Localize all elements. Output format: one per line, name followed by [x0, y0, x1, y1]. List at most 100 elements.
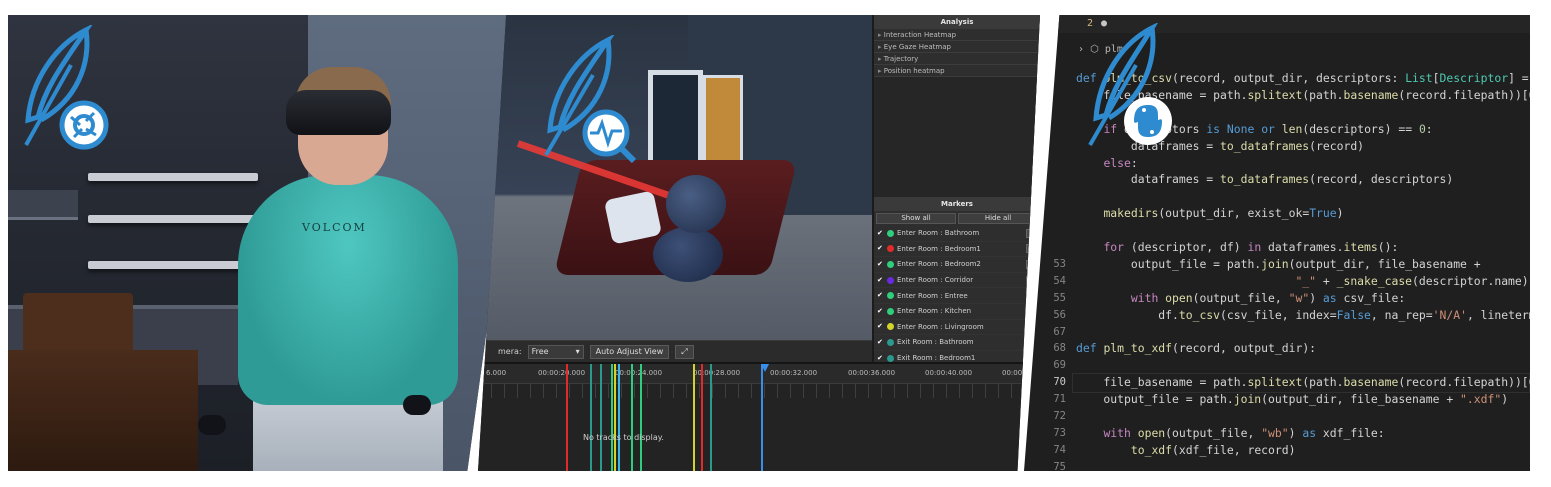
kitchen-shelf	[88, 215, 258, 223]
kitchen-shelf	[88, 261, 258, 269]
marker-row[interactable]: ✔ Enter Room : Livingroom <	[874, 320, 1040, 336]
marker-label: Enter Room : Livingroom	[897, 322, 984, 331]
timeline-ruler[interactable]: 6.000 00:00:20.000 00:00:24.000 00:00:28.00…	[478, 364, 1040, 384]
timeline-marker-line	[566, 364, 568, 471]
kitchen-shelf	[88, 173, 258, 181]
marker-row[interactable]: ✔ Enter Room : Bedroom2 <	[874, 257, 1040, 273]
hide-all-button[interactable]: Hide all	[958, 213, 1038, 224]
foldout-trajectory[interactable]: Trajectory	[874, 53, 1040, 65]
marker-color-dot	[887, 338, 894, 346]
marker-color-dot	[887, 229, 894, 237]
foldout-interaction-heatmap[interactable]: Interaction Heatmap	[874, 29, 1040, 41]
timeline-marker-line	[618, 364, 620, 471]
marker-color-dot	[887, 323, 894, 331]
marker-jump-button[interactable]: <	[1026, 228, 1036, 238]
marker-color-dot	[887, 354, 894, 362]
checkbox-icon[interactable]: ✔	[877, 338, 884, 346]
checkbox-icon[interactable]: ✔	[877, 307, 884, 315]
marker-jump-button[interactable]: <	[1026, 322, 1036, 332]
vr-controller-right	[403, 395, 431, 415]
camera-mode-select[interactable]: Free	[527, 344, 584, 359]
timeline-marker-line	[710, 364, 712, 471]
checkbox-icon[interactable]: ✔	[877, 229, 884, 237]
analysis-app-window: mera: Free Auto Adjust View ⤢ Analysis I…	[478, 15, 1040, 471]
kitchen-hood	[8, 190, 78, 220]
marker-jump-button[interactable]: <	[1026, 259, 1036, 269]
auto-adjust-view-button[interactable]: Auto Adjust View	[589, 344, 670, 359]
timeline-time-label: 00:00:40.000	[925, 369, 973, 377]
analysis-panel-title: Analysis	[874, 15, 1040, 29]
code-text: df.to_csv(csv_file, index=False, na_rep=…	[1076, 307, 1530, 322]
code-text: dataframes = to_dataframes(record, descr…	[1076, 172, 1454, 187]
code-text: to_xdf(xdf_file, record)	[1130, 442, 1296, 457]
checkbox-icon[interactable]: ✔	[877, 245, 884, 252]
markers-title: Markers	[874, 197, 1040, 211]
timeline-time-label: 00:00:4	[1002, 369, 1029, 377]
checkbox-icon[interactable]: ✔	[877, 260, 884, 268]
marker-label: Exit Room : Bedroom1	[897, 354, 976, 363]
timeline-time-label: 6.000	[486, 369, 507, 377]
marker-jump-button[interactable]: <	[1026, 275, 1036, 285]
timeline-ticks	[478, 384, 1040, 398]
feather-python-logo	[1088, 23, 1172, 146]
marker-row[interactable]: ✔ Enter Room : Corridor <	[874, 273, 1040, 289]
analysis-side-panel: Analysis Interaction Heatmap Eye Gaze He…	[872, 15, 1040, 382]
marker-label: Enter Room : Kitchen	[897, 307, 972, 316]
timeline-time-label: 00:00:36.000	[848, 369, 896, 377]
marker-jump-button[interactable]: <	[1026, 244, 1036, 254]
timeline-marker-line	[693, 364, 695, 471]
marker-label: Enter Room : Bathroom	[897, 229, 980, 238]
timeline[interactable]: 6.000 00:00:20.000 00:00:24.000 00:00:28.00…	[478, 362, 1040, 471]
no-tracks-message: No tracks to display.	[583, 433, 664, 442]
fullscreen-icon[interactable]: ⤢	[675, 344, 694, 359]
checkbox-icon[interactable]: ✔	[877, 354, 884, 362]
marker-row[interactable]: ✔ Enter Room : Bedroom1 <	[874, 242, 1040, 258]
marker-row[interactable]: ✔ Enter Room : Kitchen <	[874, 304, 1040, 320]
timeline-marker-line	[600, 364, 602, 471]
dining-table	[8, 350, 198, 471]
foldout-position-heatmap[interactable]: Position heatmap	[874, 65, 1040, 77]
timeline-marker-line	[590, 364, 592, 471]
marker-row[interactable]: ✔ Exit Room : Bathroom <	[874, 335, 1040, 351]
marker-label: Exit Room : Bathroom	[897, 338, 974, 347]
checkbox-icon[interactable]: ✔	[877, 292, 884, 299]
marker-color-dot	[887, 245, 894, 253]
code-text: output_file = path.join(output_dir, file…	[1076, 392, 1509, 407]
marker-jump-button[interactable]: <	[1026, 291, 1036, 301]
feather-analysis-logo	[544, 35, 637, 164]
foldout-eye-gaze-heatmap[interactable]: Eye Gaze Heatmap	[874, 41, 1040, 53]
marker-row[interactable]: ✔ Enter Room : Entree <	[874, 288, 1040, 304]
vr-headset	[286, 90, 391, 135]
timeline-marker-line	[761, 364, 763, 471]
checkbox-icon[interactable]: ✔	[877, 276, 884, 284]
person-hoodie	[238, 175, 458, 405]
checkbox-icon[interactable]: ✔	[877, 323, 884, 330]
marker-row[interactable]: ✔ Enter Room : Bathroom <	[874, 226, 1040, 242]
show-all-button[interactable]: Show all	[876, 213, 956, 224]
camera-label: mera:	[498, 347, 522, 356]
marker-color-dot	[887, 292, 894, 300]
feather-camera-logo	[24, 25, 109, 150]
panel-empty-area	[874, 77, 1040, 197]
timeline-time-label: 00:00:24.000	[615, 369, 663, 377]
marker-color-dot	[887, 276, 894, 284]
viewport-toolbar: mera: Free Auto Adjust View ⤢	[478, 340, 872, 362]
marker-jump-button[interactable]: <	[1026, 306, 1036, 316]
timeline-marker-line	[614, 364, 616, 471]
marker-label: Enter Room : Corridor	[897, 276, 974, 285]
timeline-marker-line	[631, 364, 633, 471]
timeline-time-label: 00:00:20.000	[538, 369, 586, 377]
marker-color-dot	[887, 260, 894, 268]
marker-list: ✔ Enter Room : Bathroom < ✔ Enter Room : Bed…	[874, 226, 1040, 382]
timeline-marker-line	[701, 364, 703, 471]
marker-label: Enter Room : Bedroom1	[897, 244, 981, 253]
code-text: makedirs(output_dir, exist_ok=True)	[1103, 206, 1344, 221]
marker-color-dot	[887, 307, 894, 315]
scene-viewport[interactable]	[478, 15, 872, 340]
timeline-marker-line	[640, 364, 642, 471]
timeline-time-label: 00:00:32.000	[770, 369, 818, 377]
timeline-marker-line	[611, 364, 613, 471]
code-text: def plm_to_xdf(record, output_dir):	[1076, 341, 1317, 356]
user-avatar-head	[666, 175, 726, 233]
markers-toolbar: Show all Hide all	[874, 211, 1040, 226]
